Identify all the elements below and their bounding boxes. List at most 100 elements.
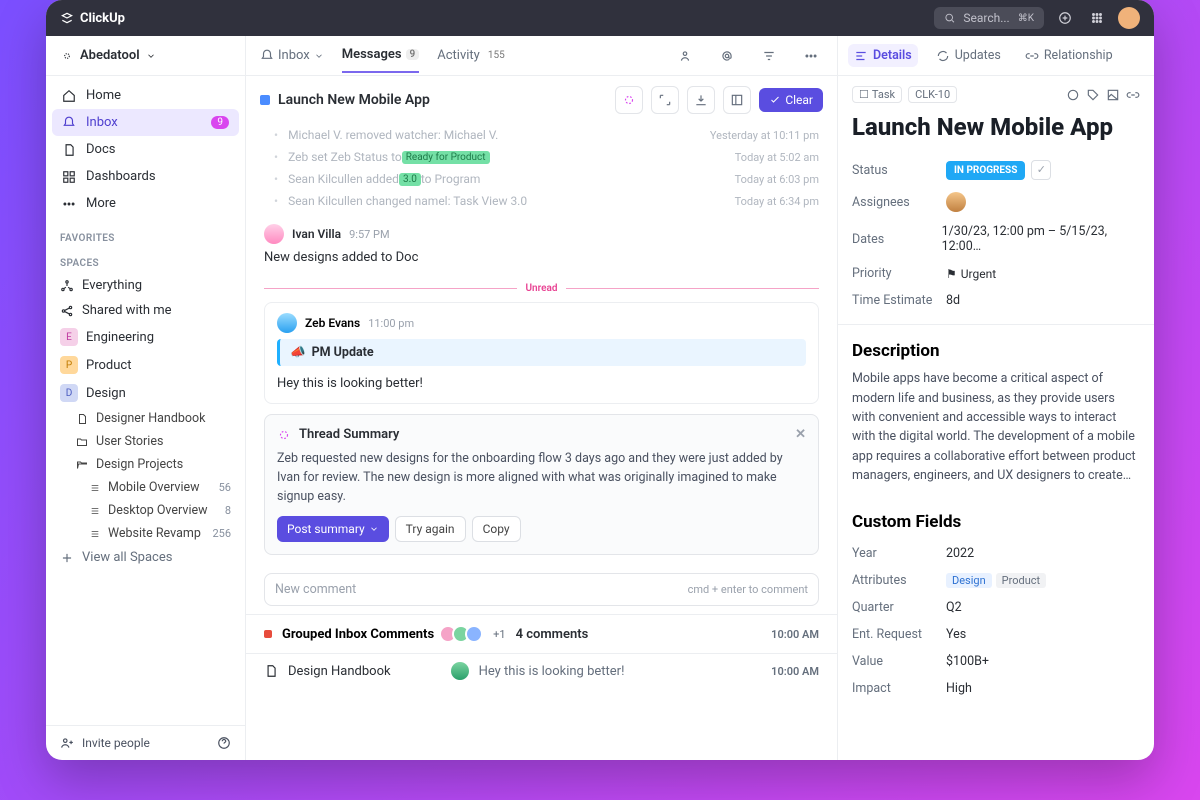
comment-text: New designs added to Doc [264, 244, 819, 267]
activity-row: Zeb set Zeb Status to Ready for ProductT… [264, 146, 819, 168]
new-comment-input[interactable]: New comment cmd + enter to comment [264, 573, 819, 606]
chevron-down-icon [369, 522, 379, 536]
help-icon[interactable] [217, 736, 231, 750]
tab-details[interactable]: Details [848, 44, 918, 67]
task-title[interactable]: Launch New Mobile App [838, 103, 1154, 154]
space-engineering[interactable]: EEngineering [46, 323, 245, 351]
close-icon[interactable]: ✕ [795, 427, 806, 442]
logo-icon [60, 11, 74, 25]
sub-designer-handbook[interactable]: Designer Handbook [46, 407, 245, 430]
thread-title[interactable]: Launch New Mobile App [278, 92, 430, 108]
space-shared[interactable]: Shared with me [46, 298, 245, 323]
search-input[interactable]: Search... ⌘K [934, 7, 1044, 29]
more-icon[interactable] [799, 44, 823, 68]
activity-feed: Michael V. removed watcher: Michael V.Ye… [246, 124, 837, 216]
sub-mobile-overview[interactable]: Mobile Overview56 [46, 476, 245, 499]
refresh-icon [936, 49, 950, 63]
expand-button[interactable] [651, 86, 679, 114]
sub-website-revamp[interactable]: Website Revamp256 [46, 522, 245, 545]
sparkle-icon [277, 428, 291, 442]
panel-button[interactable] [723, 86, 751, 114]
list-icon [90, 504, 100, 518]
status-field[interactable]: IN PROGRESS✓ [946, 160, 1051, 181]
sub-user-stories[interactable]: User Stories [46, 430, 245, 453]
space-everything[interactable]: Everything [46, 273, 245, 298]
filter-icon[interactable] [757, 44, 781, 68]
cf-value[interactable]: $100B+ [946, 654, 989, 669]
cf-impact[interactable]: High [946, 681, 972, 696]
tab-relationship[interactable]: Relationship [1019, 44, 1119, 67]
cf-attributes[interactable]: DesignProduct [946, 573, 1050, 588]
view-all-spaces[interactable]: View all Spaces [46, 545, 245, 570]
inbox-dropdown[interactable]: Inbox [260, 48, 324, 63]
share-icon [60, 304, 74, 318]
cf-quarter[interactable]: Q2 [946, 600, 962, 615]
space-design[interactable]: DDesign [46, 379, 245, 407]
list-icon [90, 481, 100, 495]
activity-row: Sean Kilcullen added 3.0 to ProgramToday… [264, 168, 819, 190]
tab-updates[interactable]: Updates [930, 44, 1007, 67]
avatar[interactable] [1118, 7, 1140, 29]
ai-summary-text: Zeb requested new designs for the onboar… [277, 450, 806, 506]
workspace-switcher[interactable]: Abedatool [46, 36, 245, 76]
invite-link[interactable]: Invite people [82, 736, 150, 750]
priority-field[interactable]: ⚑Urgent [946, 267, 996, 281]
spaces-label: SPACES [46, 248, 245, 273]
search-placeholder: Search... [963, 11, 1009, 25]
nav-more[interactable]: More [52, 190, 239, 217]
sub-desktop-overview[interactable]: Desktop Overview8 [46, 499, 245, 522]
time-estimate-field[interactable]: 8d [946, 293, 960, 308]
try-again-button[interactable]: Try again [395, 516, 466, 542]
crumb-task[interactable]: ☐Task [852, 86, 902, 103]
nav-docs[interactable]: Docs [52, 136, 239, 163]
comment-row: Ivan Villa9:57 PM New designs added to D… [246, 216, 837, 275]
description-text[interactable]: Mobile apps have become a critical aspec… [838, 369, 1154, 495]
crumb-id[interactable]: CLK-10 [908, 86, 957, 103]
nav-inbox[interactable]: Inbox9 [52, 109, 239, 136]
status-dot-icon [260, 95, 270, 105]
tab-messages[interactable]: Messages9 [342, 47, 420, 73]
image-icon[interactable] [1106, 88, 1120, 102]
search-kbd: ⌘K [1018, 13, 1034, 24]
grouped-inbox-row[interactable]: Grouped Inbox Comments +1 4 comments 10:… [246, 614, 837, 653]
mention-icon[interactable] [715, 44, 739, 68]
breadcrumb: ☐Task CLK-10 [852, 86, 1140, 103]
copy-button[interactable]: Copy [472, 516, 521, 542]
details-panel: Details Updates Relationship ☐Task CLK-1… [838, 36, 1154, 760]
avatar [277, 313, 297, 333]
tab-activity[interactable]: Activity155 [437, 48, 508, 63]
nav-home[interactable]: Home [52, 82, 239, 109]
post-summary-button[interactable]: Post summary [277, 516, 389, 542]
sub-design-projects[interactable]: Design Projects [46, 453, 245, 476]
new-icon[interactable] [1054, 7, 1076, 29]
download-button[interactable] [687, 86, 715, 114]
complete-checkbox[interactable]: ✓ [1031, 160, 1051, 180]
dates-field[interactable]: 1/30/23, 12:00 pm – 5/15/23, 12:00… [942, 224, 1140, 254]
network-icon [60, 279, 74, 293]
favorites-label: FAVORITES [46, 223, 245, 248]
apps-icon[interactable] [1086, 7, 1108, 29]
quoted-doc[interactable]: 📣PM Update [277, 339, 806, 366]
sidebar: Abedatool Home Inbox9 Docs Dashboards Mo… [46, 36, 246, 760]
assignees-field[interactable] [946, 192, 966, 212]
comment-card: Zeb Evans11:00 pm 📣PM Update Hey this is… [264, 302, 819, 404]
megaphone-icon: 📣 [290, 345, 306, 360]
tag-icon[interactable] [1086, 88, 1100, 102]
ai-button[interactable] [615, 86, 643, 114]
activity-row: Michael V. removed watcher: Michael V.Ye… [264, 124, 819, 146]
clear-button[interactable]: Clear [759, 88, 823, 112]
nav-dashboards[interactable]: Dashboards [52, 163, 239, 190]
workspace-icon [60, 49, 74, 63]
invite-icon [60, 736, 74, 750]
inbox-row-handbook[interactable]: Design Handbook Hey this is looking bett… [246, 653, 837, 690]
space-product[interactable]: PProduct [46, 351, 245, 379]
emoji-icon[interactable] [1066, 88, 1080, 102]
lines-icon [854, 49, 868, 63]
cf-ent-request[interactable]: Yes [946, 627, 966, 642]
link-icon[interactable] [1126, 88, 1140, 102]
folder-open-icon [76, 458, 88, 472]
home-icon [62, 89, 76, 103]
custom-fields-heading: Custom Fields [838, 496, 1154, 540]
cf-year[interactable]: 2022 [946, 546, 974, 561]
person-icon[interactable] [673, 44, 697, 68]
